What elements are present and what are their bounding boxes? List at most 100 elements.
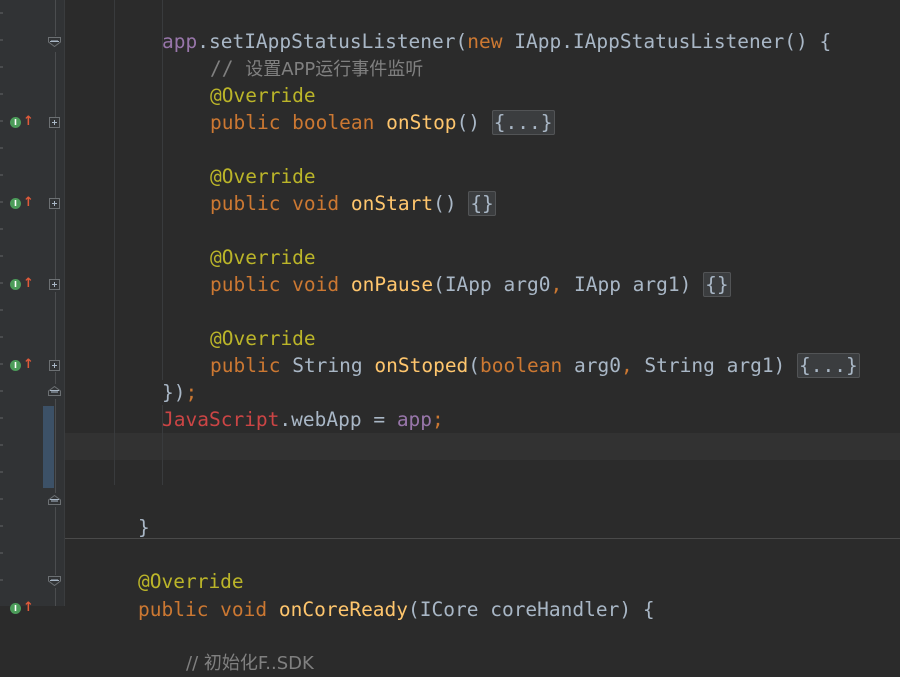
code-token: ,	[620, 354, 645, 377]
code-token: public void	[210, 273, 351, 296]
implements-badge: I	[10, 603, 21, 614]
code-token: public void	[138, 598, 279, 621]
gutter-tick	[0, 417, 3, 419]
code-line[interactable]: public void onCoreReady(ICore coreHandle…	[138, 596, 655, 623]
code-line[interactable]: @Override	[138, 568, 244, 595]
arrow-up-icon: ↑	[23, 195, 34, 210]
fold-expand-icon[interactable]	[49, 117, 60, 128]
code-token: .setIAppStatusListener(	[197, 30, 468, 53]
gutter-tick	[0, 39, 3, 41]
fold-guide-line	[55, 372, 56, 384]
gutter-tick	[0, 201, 3, 203]
folded-code-block[interactable]: {}	[703, 272, 731, 297]
method-separator	[65, 538, 900, 539]
code-line[interactable]: JavaScript.webApp = app;	[162, 406, 444, 433]
code-token: // 初始化F..SDK	[186, 653, 314, 674]
code-token: new	[467, 30, 515, 53]
code-line[interactable]: });	[162, 379, 197, 406]
code-line[interactable]: app.setIAppStatusListener(new IApp.IAppS…	[162, 28, 831, 55]
code-token: public	[210, 354, 293, 377]
code-token: }	[138, 516, 150, 539]
code-token: .webApp =	[279, 408, 397, 431]
implements-badge: I	[10, 117, 21, 128]
code-token: onStop	[386, 111, 457, 134]
vcs-change-marker[interactable]	[43, 406, 54, 488]
gutter-tick	[0, 282, 3, 284]
code-token: onStoped	[374, 354, 469, 377]
code-line[interactable]: @Override	[210, 244, 316, 271]
code-token: IApp.IAppStatusListener() {	[514, 30, 832, 53]
code-token: @Override	[210, 246, 316, 269]
gutter-tick	[0, 228, 3, 230]
code-token: onCoreReady	[278, 598, 409, 621]
gutter-tick	[0, 579, 3, 581]
code-token: (IApp arg0	[433, 273, 551, 296]
fold-guide-line	[55, 399, 56, 493]
fold-collapse-icon[interactable]	[48, 576, 61, 586]
override-method-icon[interactable]: I ↑	[9, 276, 34, 291]
code-token: ()	[456, 111, 492, 134]
fold-collapse-icon[interactable]	[48, 386, 61, 396]
fold-collapse-icon[interactable]	[48, 37, 61, 47]
code-token: @Override	[138, 570, 244, 593]
code-token: IApp arg1)	[573, 273, 704, 296]
override-method-icon[interactable]: I ↑	[9, 115, 34, 129]
implements-badge: I	[10, 360, 21, 371]
code-token: app	[396, 408, 433, 431]
code-token: @Override	[210, 165, 316, 188]
gutter-tick	[0, 552, 3, 554]
code-token: String	[292, 354, 375, 377]
gutter-tick	[0, 471, 3, 473]
indent-guide	[162, 405, 163, 485]
code-line[interactable]: @Override	[210, 163, 316, 190]
gutter-separator	[64, 0, 65, 606]
gutter-tick	[0, 363, 3, 365]
code-line[interactable]: public boolean onStop() {...}	[210, 109, 555, 136]
code-token: boolean	[480, 354, 574, 377]
indent-guide	[162, 0, 163, 380]
arrow-up-icon: ↑	[23, 276, 34, 291]
code-line[interactable]: @Override	[210, 325, 316, 352]
fold-expand-icon[interactable]	[49, 360, 60, 371]
code-line[interactable]: // 初始化F..SDK	[186, 649, 314, 676]
fold-guide-line	[55, 507, 56, 575]
gutter-tick	[0, 12, 3, 14]
fold-collapse-icon[interactable]	[48, 495, 61, 505]
code-token: ;	[432, 408, 444, 431]
gutter-tick	[0, 444, 3, 446]
code-line[interactable]: // 设置APP运行事件监听	[210, 55, 423, 82]
fold-guide-line	[55, 52, 56, 122]
override-method-icon[interactable]: I ↑	[9, 195, 34, 210]
folded-code-block[interactable]: {...}	[797, 353, 860, 378]
code-token: String arg1)	[644, 354, 798, 377]
indent-guide	[114, 0, 115, 485]
fold-guide-line	[55, 0, 56, 36]
gutter-tick	[0, 390, 3, 392]
implements-badge: I	[10, 279, 21, 290]
gutter-tick	[0, 66, 3, 68]
fold-expand-icon[interactable]	[49, 279, 60, 290]
code-token: arg0	[573, 354, 621, 377]
code-line[interactable]: public void onPause(IApp arg0, IApp arg1…	[210, 271, 731, 298]
code-token: app	[162, 30, 198, 53]
code-line[interactable]: @Override	[210, 82, 316, 109]
code-line[interactable]: public void onStart() {}	[210, 190, 496, 217]
code-line[interactable]: }	[138, 514, 150, 541]
fold-expand-icon[interactable]	[49, 198, 60, 209]
folded-code-block[interactable]: {}	[468, 191, 496, 216]
gutter-tick	[0, 147, 3, 149]
code-token: onStart	[350, 192, 434, 215]
code-token: ;	[185, 381, 198, 404]
code-token: @Override	[210, 327, 316, 350]
arrow-up-icon: ↑	[23, 600, 34, 615]
gutter-tick	[0, 498, 3, 500]
gutter-tick	[0, 255, 3, 257]
code-token: public void	[210, 192, 351, 215]
gutter-tick	[0, 93, 3, 95]
override-method-icon[interactable]: I ↑	[9, 600, 34, 615]
gutter-tick	[0, 120, 3, 122]
folded-code-block[interactable]: {...}	[491, 110, 555, 135]
code-line[interactable]: public String onStoped(boolean arg0, Str…	[210, 352, 860, 379]
override-method-icon[interactable]: I ↑	[9, 358, 34, 372]
code-token: @Override	[210, 84, 316, 107]
